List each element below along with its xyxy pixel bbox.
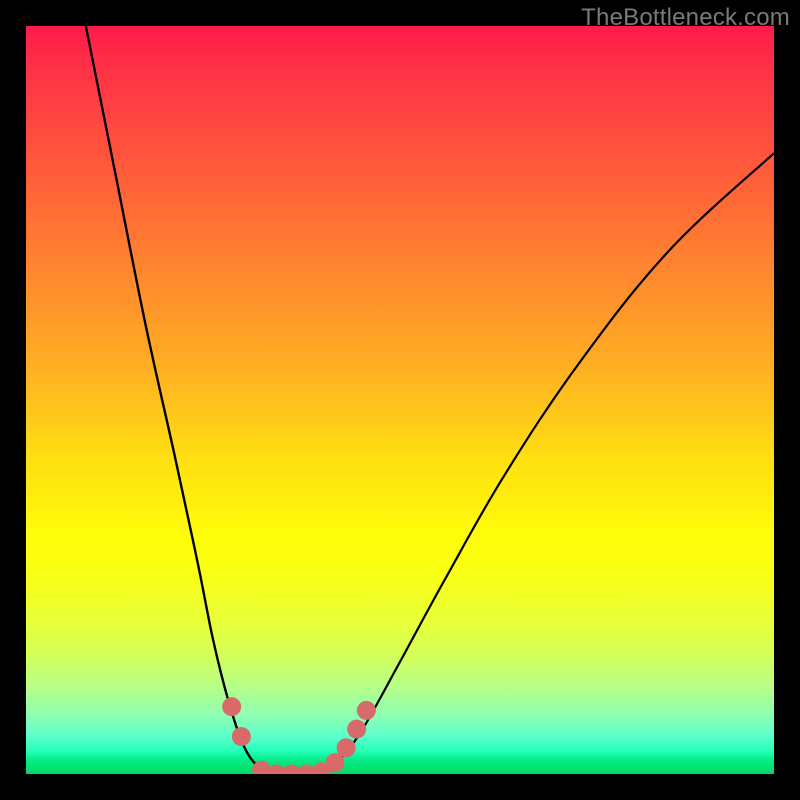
highlight-dot xyxy=(232,727,251,746)
highlight-dot xyxy=(347,720,366,739)
watermark-text: TheBottleneck.com xyxy=(581,4,790,32)
highlight-dot xyxy=(337,738,356,757)
highlight-dot xyxy=(222,697,241,716)
chart-frame: TheBottleneck.com xyxy=(0,0,800,800)
plot-area xyxy=(26,26,774,774)
curve-layer xyxy=(26,26,774,774)
curve-right-branch xyxy=(325,153,774,774)
marker-group xyxy=(222,697,376,774)
highlight-dot xyxy=(357,701,376,720)
curve-left-branch xyxy=(86,26,273,774)
